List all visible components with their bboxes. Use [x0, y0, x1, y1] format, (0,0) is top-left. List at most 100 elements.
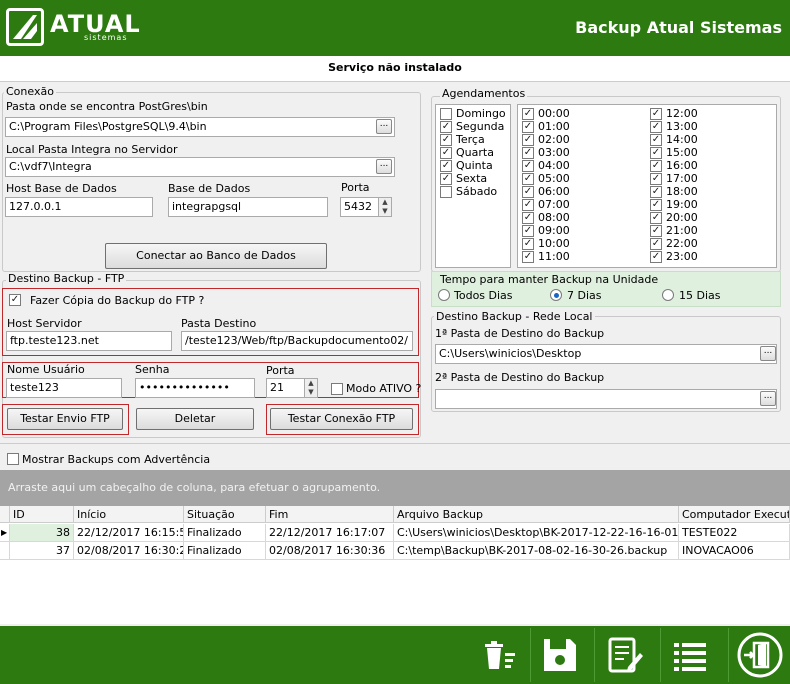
weekday-label: Sábado — [456, 185, 498, 198]
table-row-1-situacao[interactable]: Finalizado — [184, 524, 266, 542]
exit-door-icon[interactable] — [728, 628, 790, 682]
weekday-checkbox[interactable] — [440, 186, 452, 198]
db-name-input[interactable]: integrapgsql — [168, 197, 328, 217]
ftp-active-label: Modo ATIVO ? — [346, 382, 422, 395]
ftp-host-input[interactable]: ftp.teste123.net — [6, 331, 172, 351]
hour-label: 02:00 — [538, 133, 570, 146]
weekday-checkbox[interactable] — [440, 108, 452, 120]
delete-button[interactable]: Deletar — [136, 408, 254, 430]
row-indicator: ▶ — [0, 524, 10, 542]
hour-checkbox[interactable]: ✓ — [522, 147, 534, 159]
hour-checkbox[interactable]: ✓ — [650, 121, 662, 133]
weekday-checkbox[interactable]: ✓ — [440, 121, 452, 133]
integra-path-input[interactable]: C:\vdf7\Integra — [5, 157, 395, 177]
weekday-checkbox[interactable]: ✓ — [440, 134, 452, 146]
hour-label: 08:00 — [538, 211, 570, 224]
group-by-area[interactable]: Arraste aqui um cabeçalho de coluna, par… — [0, 470, 790, 506]
table-row-2-id[interactable]: 37 — [10, 542, 74, 560]
ftp-path-input[interactable]: /teste123/Web/ftp/Backupdocumento02/ — [181, 331, 413, 351]
second-dest-input[interactable] — [435, 389, 777, 409]
connect-db-button[interactable]: Conectar ao Banco de Dados — [105, 243, 327, 269]
hours-list[interactable]: ✓ 00:00 ✓ 01:00 ✓ 02:00 ✓ 03:00 ✓ 04:00 ✓ 05:00 ✓ 06:… — [517, 104, 777, 268]
grid-header-computador[interactable]: Computador Executor — [679, 506, 790, 523]
row-indicator-2 — [0, 542, 10, 560]
hour-label: 19:00 — [666, 198, 698, 211]
hour-checkbox[interactable]: ✓ — [522, 238, 534, 250]
hour-checkbox[interactable]: ✓ — [522, 251, 534, 263]
ftp-user-input[interactable]: teste123 — [6, 378, 122, 398]
second-dest-browse-button[interactable]: ... — [760, 391, 776, 406]
show-warnings-checkbox[interactable] — [7, 453, 19, 465]
grid-header-id[interactable]: ID — [10, 506, 74, 523]
list-icon[interactable] — [660, 628, 718, 682]
hour-checkbox[interactable]: ✓ — [522, 173, 534, 185]
hour-checkbox[interactable]: ✓ — [522, 134, 534, 146]
hour-checkbox[interactable]: ✓ — [650, 238, 662, 250]
hour-checkbox[interactable]: ✓ — [650, 160, 662, 172]
table-row-1-inicio[interactable]: 22/12/2017 16:15:57 — [74, 524, 184, 542]
ftp-active-checkbox[interactable] — [331, 383, 343, 395]
hour-label: 04:00 — [538, 159, 570, 172]
table-row-2-fim[interactable]: 02/08/2017 16:30:36 — [266, 542, 394, 560]
hour-checkbox[interactable]: ✓ — [522, 121, 534, 133]
hour-checkbox[interactable]: ✓ — [650, 225, 662, 237]
edit-document-icon[interactable] — [594, 628, 652, 682]
hour-checkbox[interactable]: ✓ — [650, 251, 662, 263]
hour-checkbox[interactable]: ✓ — [650, 173, 662, 185]
test-send-ftp-button[interactable]: Testar Envio FTP — [7, 408, 123, 430]
postgres-path-input[interactable]: C:\Program Files\PostgreSQL\9.4\bin — [5, 117, 395, 137]
weekday-label: Quinta — [456, 159, 493, 172]
hour-label: 12:00 — [666, 107, 698, 120]
retention-radio-15[interactable] — [662, 289, 674, 301]
table-row-2-computador[interactable]: INOVACAO06 — [679, 542, 790, 560]
weekday-checkbox[interactable]: ✓ — [440, 147, 452, 159]
table-row-2-situacao[interactable]: Finalizado — [184, 542, 266, 560]
hour-checkbox[interactable]: ✓ — [650, 212, 662, 224]
hour-checkbox[interactable]: ✓ — [650, 108, 662, 120]
first-dest-input[interactable]: C:\Users\winicios\Desktop — [435, 344, 777, 364]
ftp-port-spinner[interactable]: ▲ ▼ — [304, 378, 318, 398]
divider — [0, 443, 790, 444]
db-port-input[interactable]: 5432 — [340, 197, 380, 217]
weekdays-list[interactable]: Domingo ✓ Segunda ✓ Terça ✓ Quarta ✓ Quinta ✓ Sext… — [435, 104, 511, 268]
second-dest-label: 2ª Pasta de Destino do Backup — [435, 371, 605, 384]
table-row-2-arquivo[interactable]: C:\temp\Backup\BK-2017-08-02-16-30-26.ba… — [394, 542, 679, 560]
hour-checkbox[interactable]: ✓ — [522, 186, 534, 198]
hour-checkbox[interactable]: ✓ — [522, 199, 534, 211]
save-icon[interactable] — [530, 628, 588, 682]
hour-checkbox[interactable]: ✓ — [522, 160, 534, 172]
hour-checkbox[interactable]: ✓ — [522, 108, 534, 120]
postgres-browse-button[interactable]: ... — [376, 119, 392, 134]
ftp-password-input[interactable]: •••••••••••••• — [135, 378, 255, 398]
table-row-1-id[interactable]: 38 — [10, 524, 74, 542]
table-row-2-inicio[interactable]: 02/08/2017 16:30:22 — [74, 542, 184, 560]
integra-browse-button[interactable]: ... — [376, 159, 392, 174]
retention-radio-all[interactable] — [438, 289, 450, 301]
grid-header-situacao[interactable]: Situação — [184, 506, 266, 523]
db-port-spinner[interactable]: ▲ ▼ — [378, 197, 392, 217]
ftp-copy-checkbox[interactable]: ✓ — [9, 294, 21, 306]
hour-checkbox[interactable]: ✓ — [650, 134, 662, 146]
grid-header-inicio[interactable]: Início — [74, 506, 184, 523]
ftp-password-label: Senha — [135, 363, 170, 376]
grid-header-fim[interactable]: Fim — [266, 506, 394, 523]
hour-checkbox[interactable]: ✓ — [650, 199, 662, 211]
hour-checkbox[interactable]: ✓ — [650, 147, 662, 159]
table-row-1-fim[interactable]: 22/12/2017 16:17:07 — [266, 524, 394, 542]
retention-radio-7[interactable] — [550, 289, 562, 301]
schedule-group-title: Agendamentos — [440, 87, 528, 100]
delete-backups-icon[interactable] — [470, 628, 528, 682]
hour-checkbox[interactable]: ✓ — [522, 212, 534, 224]
weekday-checkbox[interactable]: ✓ — [440, 160, 452, 172]
grid-header-arquivo[interactable]: Arquivo Backup — [394, 506, 679, 523]
hour-checkbox[interactable]: ✓ — [650, 186, 662, 198]
show-warnings-label: Mostrar Backups com Advertência — [22, 453, 211, 466]
table-row-1-computador[interactable]: TESTE022 — [679, 524, 790, 542]
test-conn-ftp-button[interactable]: Testar Conexão FTP — [270, 408, 413, 430]
db-host-input[interactable]: 127.0.0.1 — [5, 197, 153, 217]
first-dest-browse-button[interactable]: ... — [760, 346, 776, 361]
weekday-checkbox[interactable]: ✓ — [440, 173, 452, 185]
ftp-port-input[interactable]: 21 — [266, 378, 306, 398]
hour-checkbox[interactable]: ✓ — [522, 225, 534, 237]
table-row-1-arquivo[interactable]: C:\Users\winicios\Desktop\BK-2017-12-22-… — [394, 524, 679, 542]
